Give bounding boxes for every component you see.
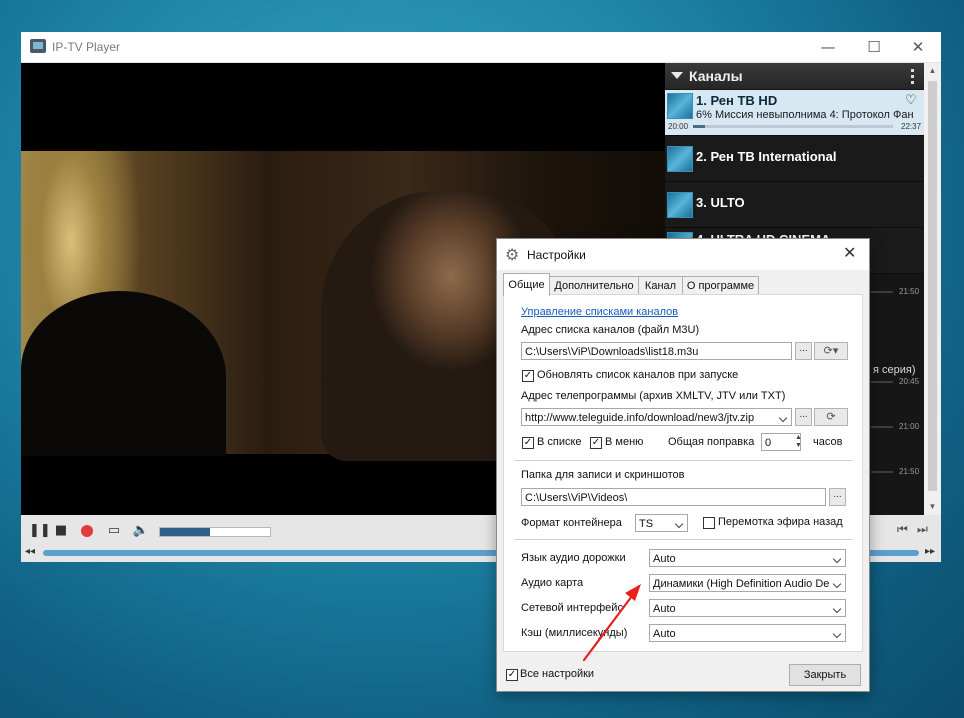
volume-fill: [160, 528, 210, 536]
audio-track-select[interactable]: Auto: [649, 549, 846, 567]
channels-scrollbar[interactable]: ▲ ▼: [924, 63, 941, 515]
tv-icon: [30, 39, 46, 53]
channel-progress-line: [871, 381, 893, 383]
audio-track-label: Язык аудио дорожки: [521, 552, 626, 564]
gear-icon: ⚙: [505, 245, 520, 264]
channel-name: 1. Рен ТВ HD: [696, 93, 778, 108]
scroll-down-arrow-icon[interactable]: ▼: [924, 499, 941, 515]
volume-slider[interactable]: [159, 527, 271, 537]
in-menu-label: В меню: [605, 436, 644, 448]
timeshift-checkbox[interactable]: [703, 517, 715, 529]
in-list-label: В списке: [537, 436, 582, 448]
previous-channel-icon[interactable]: ⏮: [897, 522, 908, 537]
manage-lists-link[interactable]: Управление списками каналов: [521, 306, 678, 318]
channel-time: 21:50: [899, 467, 920, 476]
dialog-title-bar: ⚙ Настройки ✕: [497, 239, 869, 270]
channel-name: 2. Рен ТВ International: [696, 149, 837, 164]
pause-icon[interactable]: ❚❚: [29, 522, 51, 540]
tab-advanced[interactable]: Дополнительно: [549, 276, 639, 295]
folder-icon[interactable]: ▭: [105, 522, 123, 540]
channel-row[interactable]: 1. Рен ТВ HD ♡ 6% Миссия невыполнима 4: …: [665, 90, 924, 136]
channel-row[interactable]: 3. ULTO: [665, 182, 924, 228]
channel-name: 3. ULTO: [696, 195, 745, 210]
playlist-label: Адрес списка каналов (файл M3U): [521, 324, 700, 336]
program-progress-fill: [693, 125, 705, 128]
channel-time: 21:00: [899, 422, 920, 431]
epg-input[interactable]: http://www.teleguide.info/download/new3/…: [521, 408, 792, 426]
record-icon[interactable]: [78, 522, 96, 540]
channel-time: 21:50: [899, 287, 920, 296]
channels-title: Каналы: [689, 68, 743, 84]
update-on-start-label: Обновлять список каналов при запуске: [537, 369, 739, 381]
audio-card-select[interactable]: Динамики (High Definition Audio De: [649, 574, 846, 592]
next-channel-icon[interactable]: ⏭: [917, 522, 928, 537]
video-figure-left: [21, 291, 226, 456]
channel-logo-icon: [667, 146, 693, 172]
channel-program-partial: я серия): [873, 364, 916, 376]
channel-program: 6% Миссия невыполнима 4: Протокол Фан...: [696, 109, 914, 121]
maximize-button[interactable]: ☐: [851, 32, 897, 62]
tab-general[interactable]: Общие: [503, 273, 550, 296]
container-select[interactable]: TS: [635, 514, 688, 532]
title-bar: IP-TV Player — ☐ ✕: [21, 32, 941, 63]
channel-time: 20:45: [899, 377, 920, 386]
playlist-browse-button[interactable]: ...: [795, 342, 812, 360]
channel-row[interactable]: 2. Рен ТВ International: [665, 136, 924, 182]
record-folder-browse-button[interactable]: ...: [829, 488, 846, 506]
scrollbar-thumb[interactable]: [928, 81, 937, 491]
channel-progress-line: [871, 471, 893, 473]
speaker-icon[interactable]: 🔈: [132, 522, 150, 540]
all-settings-checkbox[interactable]: ✓: [506, 669, 518, 681]
kebab-menu-icon[interactable]: [911, 69, 915, 85]
program-end-time: 22:37: [901, 122, 922, 131]
epg-refresh-button[interactable]: ⟳: [814, 408, 848, 426]
audio-card-label: Аудио карта: [521, 577, 584, 589]
tab-about[interactable]: О программе: [682, 276, 759, 295]
epg-label: Адрес телепрограммы (архив XMLTV, JTV ил…: [521, 390, 786, 402]
channel-progress-line: [871, 426, 893, 428]
channels-header: Каналы: [665, 63, 924, 89]
collapse-triangle-icon[interactable]: [671, 72, 683, 79]
network-label: Сетевой интерфейс: [521, 602, 623, 614]
minimize-button[interactable]: —: [805, 32, 851, 62]
settings-dialog: ⚙ Настройки ✕ Общие Дополнительно Канал …: [496, 238, 870, 692]
heart-icon[interactable]: ♡: [905, 93, 917, 108]
all-settings-label: Все настройки: [520, 668, 595, 680]
epg-browse-button[interactable]: ...: [795, 408, 812, 426]
tab-channel[interactable]: Канал: [638, 276, 683, 295]
stop-icon[interactable]: ■: [52, 522, 70, 540]
window-title: IP-TV Player: [52, 40, 121, 54]
hours-label: часов: [813, 436, 843, 448]
timeshift-label: Перемотка эфира назад: [718, 516, 843, 528]
playlist-input[interactable]: C:\Users\ViP\Downloads\list18.m3u: [521, 342, 792, 360]
program-progress-bar: [693, 125, 893, 128]
separator: [514, 539, 852, 540]
program-start-time: 20:00: [668, 122, 689, 131]
correction-label: Общая поправка: [668, 436, 755, 448]
channel-progress-line: [871, 291, 893, 293]
correction-spinner-icon[interactable]: ▲ ▼: [795, 434, 802, 450]
in-list-checkbox[interactable]: ✓: [522, 437, 534, 449]
cache-label: Кэш (миллисекунды): [521, 627, 628, 639]
seek-back-icon[interactable]: ◂◂: [25, 546, 35, 557]
channel-logo-icon: [667, 93, 693, 119]
record-folder-label: Папка для записи и скриншотов: [521, 469, 685, 481]
dialog-close-icon[interactable]: ✕: [843, 243, 856, 262]
playlist-refresh-dropdown[interactable]: ⟳▾: [814, 342, 848, 360]
container-label: Формат контейнера: [521, 517, 622, 529]
close-button[interactable]: ✕: [895, 32, 941, 62]
scroll-up-arrow-icon[interactable]: ▲: [924, 63, 941, 79]
seek-forward-icon[interactable]: ▸▸: [925, 546, 935, 557]
network-select[interactable]: Auto: [649, 599, 846, 617]
in-menu-checkbox[interactable]: ✓: [590, 437, 602, 449]
cache-select[interactable]: Auto: [649, 624, 846, 642]
update-on-start-checkbox[interactable]: ✓: [522, 370, 534, 382]
close-dialog-button[interactable]: Закрыть: [789, 664, 861, 686]
dialog-title: Настройки: [527, 248, 586, 262]
separator: [514, 460, 852, 461]
tab-page-general: Управление списками каналов Адрес списка…: [503, 294, 863, 652]
channel-logo-icon: [667, 192, 693, 218]
record-folder-input[interactable]: C:\Users\ViP\Videos\: [521, 488, 826, 506]
